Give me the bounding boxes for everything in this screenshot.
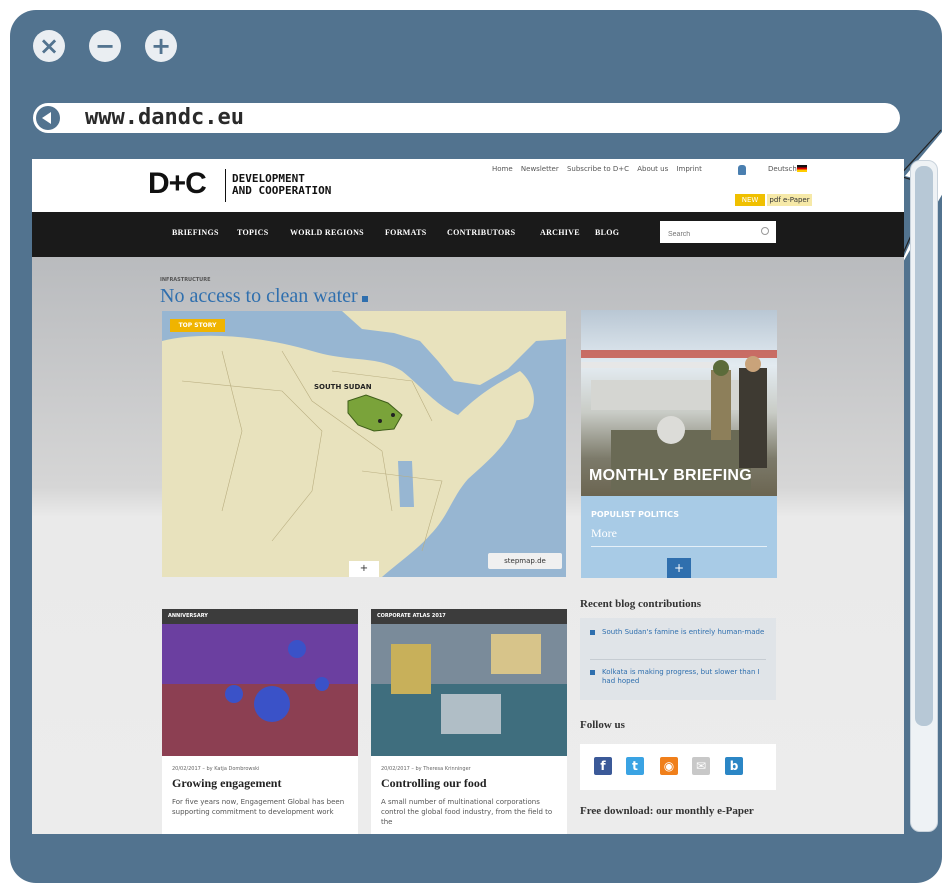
nav-topics[interactable]: TOPICS: [237, 228, 268, 237]
top-link-subscribe[interactable]: Subscribe to D+C: [567, 165, 629, 173]
card-meta: 20/02/2017 – by Katja Dombrowski: [172, 766, 260, 772]
briefing-plus-button[interactable]: +: [667, 558, 691, 578]
language-link[interactable]: Deutsch: [768, 165, 797, 173]
card-teaser: A small number of multinational corporat…: [381, 798, 553, 826]
blog-list: South Sudan's famine is entirely human-m…: [580, 618, 776, 700]
address-bar[interactable]: www.dandc.eu: [33, 103, 900, 133]
blog-icon[interactable]: b: [725, 757, 743, 775]
card-category: CORPORATE ATLAS 2017: [371, 609, 567, 624]
url-text[interactable]: www.dandc.eu: [85, 105, 244, 130]
card-image-audience: [162, 624, 358, 756]
map-credit[interactable]: stepmap.de: [488, 553, 562, 569]
monthly-briefing-panel[interactable]: MONTHLY BRIEFING POPULIST POLITICS More …: [581, 310, 777, 578]
download-heading: Free download: our monthly e-Paper: [580, 805, 754, 817]
search-input[interactable]: [666, 223, 760, 246]
epaper-link[interactable]: pdf e-Paper: [767, 194, 812, 206]
blog-item[interactable]: South Sudan's famine is entirely human-m…: [590, 628, 770, 637]
nav-formats[interactable]: FORMATS: [385, 228, 427, 237]
nav-archive[interactable]: ARCHIVE: [540, 228, 580, 237]
card-image-market: [371, 624, 567, 756]
top-story-badge: TOP STORY: [170, 319, 225, 332]
logo-line-2: AND COOPERATION: [232, 184, 332, 197]
german-flag-icon[interactable]: [797, 165, 807, 172]
blog-divider: [590, 659, 766, 660]
briefing-subtitle[interactable]: POPULIST POLITICS: [591, 510, 679, 519]
minimize-icon[interactable]: −: [89, 30, 121, 62]
site-header: D+C DEVELOPMENT AND COOPERATION Home New…: [32, 159, 904, 212]
card-title[interactable]: Growing engagement: [172, 776, 281, 791]
scrollbar[interactable]: [910, 160, 938, 832]
card-category: ANNIVERSARY: [162, 609, 358, 624]
user-icon[interactable]: [738, 165, 746, 175]
article-card[interactable]: CORPORATE ATLAS 2017 20/02/2017 – by The…: [371, 609, 567, 834]
follow-heading: Follow us: [580, 719, 625, 731]
nav-contributors[interactable]: CONTRIBUTORS: [447, 228, 515, 237]
site-logo[interactable]: D+C: [148, 167, 207, 201]
search-box: [660, 221, 776, 246]
top-link-newsletter[interactable]: Newsletter: [521, 165, 559, 173]
briefing-more-link[interactable]: More: [591, 526, 617, 541]
map-label-south-sudan: SOUTH SUDAN: [314, 383, 372, 391]
headline-link[interactable]: No access to clean water: [160, 285, 368, 308]
back-icon[interactable]: [36, 106, 60, 130]
close-icon[interactable]: ×: [33, 30, 65, 62]
facebook-icon[interactable]: f: [594, 757, 612, 775]
more-square-icon: [361, 296, 368, 302]
top-links: Home Newsletter Subscribe to D+C About u…: [492, 165, 708, 173]
article-kicker: INFRASTRUCTURE: [160, 277, 211, 283]
top-link-home[interactable]: Home: [492, 165, 513, 173]
search-icon[interactable]: [761, 227, 769, 235]
nav-blog[interactable]: BLOG: [595, 228, 619, 237]
africa-map-image: [162, 311, 566, 577]
card-teaser: For five years now, Engagement Global ha…: [172, 798, 345, 816]
social-icons: f t ◉ ✉ b: [580, 744, 776, 790]
headline-text[interactable]: No access to clean water: [160, 285, 358, 307]
top-link-about[interactable]: About us: [637, 165, 668, 173]
twitter-icon[interactable]: t: [626, 757, 644, 775]
top-story-map[interactable]: TOP STORY SOUTH SUDAN stepmap.de +: [162, 311, 566, 577]
scrollbar-thumb[interactable]: [915, 166, 933, 726]
nav-world-regions[interactable]: WORLD REGIONS: [290, 228, 364, 237]
briefing-title: MONTHLY BRIEFING: [589, 467, 753, 484]
new-badge: NEW: [735, 194, 765, 206]
rss-icon[interactable]: ◉: [660, 757, 678, 775]
maximize-icon[interactable]: +: [145, 30, 177, 62]
card-title[interactable]: Controlling our food: [381, 776, 487, 791]
top-link-imprint[interactable]: Imprint: [676, 165, 701, 173]
briefing-divider: [591, 546, 767, 547]
blog-heading: Recent blog contributions: [580, 598, 701, 610]
web-page-viewport: D+C DEVELOPMENT AND COOPERATION Home New…: [32, 159, 904, 834]
page-content: INFRASTRUCTURE No access to clean water: [32, 257, 904, 834]
article-card[interactable]: ANNIVERSARY 20/02/2017 – by Katja Dombro…: [162, 609, 358, 834]
nav-briefings[interactable]: BRIEFINGS: [172, 228, 219, 237]
map-expand-button[interactable]: +: [349, 561, 379, 577]
card-meta: 20/02/2017 – by Theresa Krinninger: [381, 766, 471, 772]
main-nav: BRIEFINGS TOPICS WORLD REGIONS FORMATS C…: [32, 212, 904, 257]
blog-item[interactable]: Kolkata is making progress, but slower t…: [590, 668, 770, 686]
mail-icon[interactable]: ✉: [692, 757, 710, 775]
logo-divider: [225, 169, 226, 202]
site-logo-text: DEVELOPMENT AND COOPERATION: [232, 173, 331, 197]
